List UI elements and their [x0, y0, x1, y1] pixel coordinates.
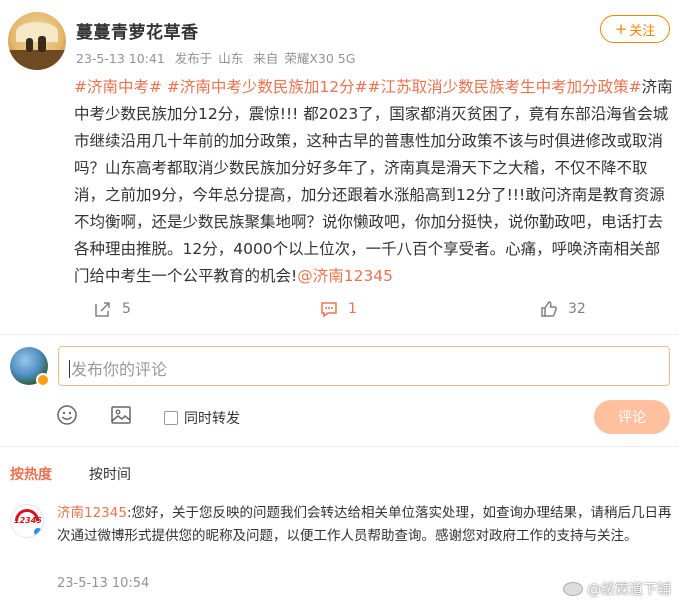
- composer-tools: 同时转发 评论: [56, 400, 670, 434]
- sort-by-hot-tab[interactable]: 按热度: [10, 464, 52, 484]
- emoji-icon[interactable]: [56, 404, 78, 426]
- reply-username[interactable]: 济南12345: [57, 505, 127, 521]
- post-actions: 5 1 32: [74, 300, 670, 324]
- reply-text: :您好，关于您反映的问题我们会转达给相关单位落实处理，如查询办理结果，请稍后几日…: [57, 505, 672, 544]
- follow-label: 关注: [629, 23, 656, 39]
- verified-badge-icon: [36, 373, 50, 387]
- forward-action[interactable]: 5: [94, 300, 131, 318]
- author-name[interactable]: 蔓蔓青萝花草香: [76, 18, 199, 43]
- mention-link[interactable]: @济南12345: [297, 267, 393, 285]
- divider: [0, 334, 679, 335]
- hashtag-link[interactable]: #济南中考#: [74, 78, 162, 96]
- hashtag-link[interactable]: #江苏取消少数民族考生中考加分政策#: [368, 78, 642, 96]
- verified-badge-icon: [32, 526, 43, 537]
- hashtag-link[interactable]: #济南中考少数民族加12分#: [167, 78, 368, 96]
- text-caret: [69, 360, 70, 378]
- plus-icon: +: [614, 20, 628, 38]
- also-forward-label: 同时转发: [184, 411, 240, 427]
- submit-comment-button[interactable]: 评论: [594, 400, 670, 434]
- like-action[interactable]: 32: [540, 300, 586, 318]
- comment-placeholder: 发布你的评论: [71, 360, 168, 379]
- post-meta: 23-5-13 10:41 发布于 山东 来自 荣耀X30 5G: [76, 48, 361, 67]
- comment-input[interactable]: 发布你的评论: [58, 346, 670, 386]
- reply-content: 济南12345:您好，关于您反映的问题我们会转达给相关单位落实处理，如查询办理结…: [57, 502, 673, 548]
- follow-button[interactable]: + 关注: [600, 15, 670, 43]
- current-user-avatar[interactable]: [10, 347, 50, 387]
- post-body: #济南中考# #济南中考少数民族加12分##江苏取消少数民族考生中考加分政策#济…: [74, 74, 674, 290]
- reply-time: 23-5-13 10:54: [57, 576, 150, 591]
- avatar-logo-text: 12345: [14, 516, 42, 525]
- checkbox-box[interactable]: [164, 411, 178, 425]
- comment-action[interactable]: 1: [320, 300, 357, 318]
- post-location: 山东: [218, 51, 244, 66]
- weibo-logo-icon: [563, 582, 583, 596]
- thumbs-up-icon: [541, 301, 557, 317]
- post-time[interactable]: 23-5-13 10:41: [76, 51, 165, 66]
- author-avatar[interactable]: [8, 12, 66, 70]
- forward-count: 5: [122, 301, 131, 317]
- also-forward-checkbox[interactable]: 同时转发: [164, 408, 240, 428]
- published-at-label: 发布于: [174, 51, 213, 66]
- watermark: @绥霖道下辅: [563, 579, 671, 599]
- post-text: 济南中考少数民族加分12分，震惊!!! 都2023了，国家都消灭贫困了，竟有东部…: [74, 78, 673, 285]
- like-count: 32: [568, 301, 586, 317]
- source-label: 来自: [253, 51, 279, 66]
- image-icon[interactable]: [110, 404, 132, 426]
- post-header: 蔓蔓青萝花草香 23-5-13 10:41 发布于 山东 来自 荣耀X30 5G +…: [8, 12, 670, 72]
- sort-by-time-tab[interactable]: 按时间: [89, 464, 131, 484]
- post-device: 荣耀X30 5G: [284, 51, 356, 66]
- forward-icon: [95, 302, 110, 317]
- comment-icon: [321, 302, 337, 318]
- divider: [0, 446, 679, 447]
- comment-count: 1: [348, 301, 357, 317]
- watermark-text: @绥霖道下辅: [587, 582, 671, 598]
- reply-avatar[interactable]: 12345: [10, 504, 44, 538]
